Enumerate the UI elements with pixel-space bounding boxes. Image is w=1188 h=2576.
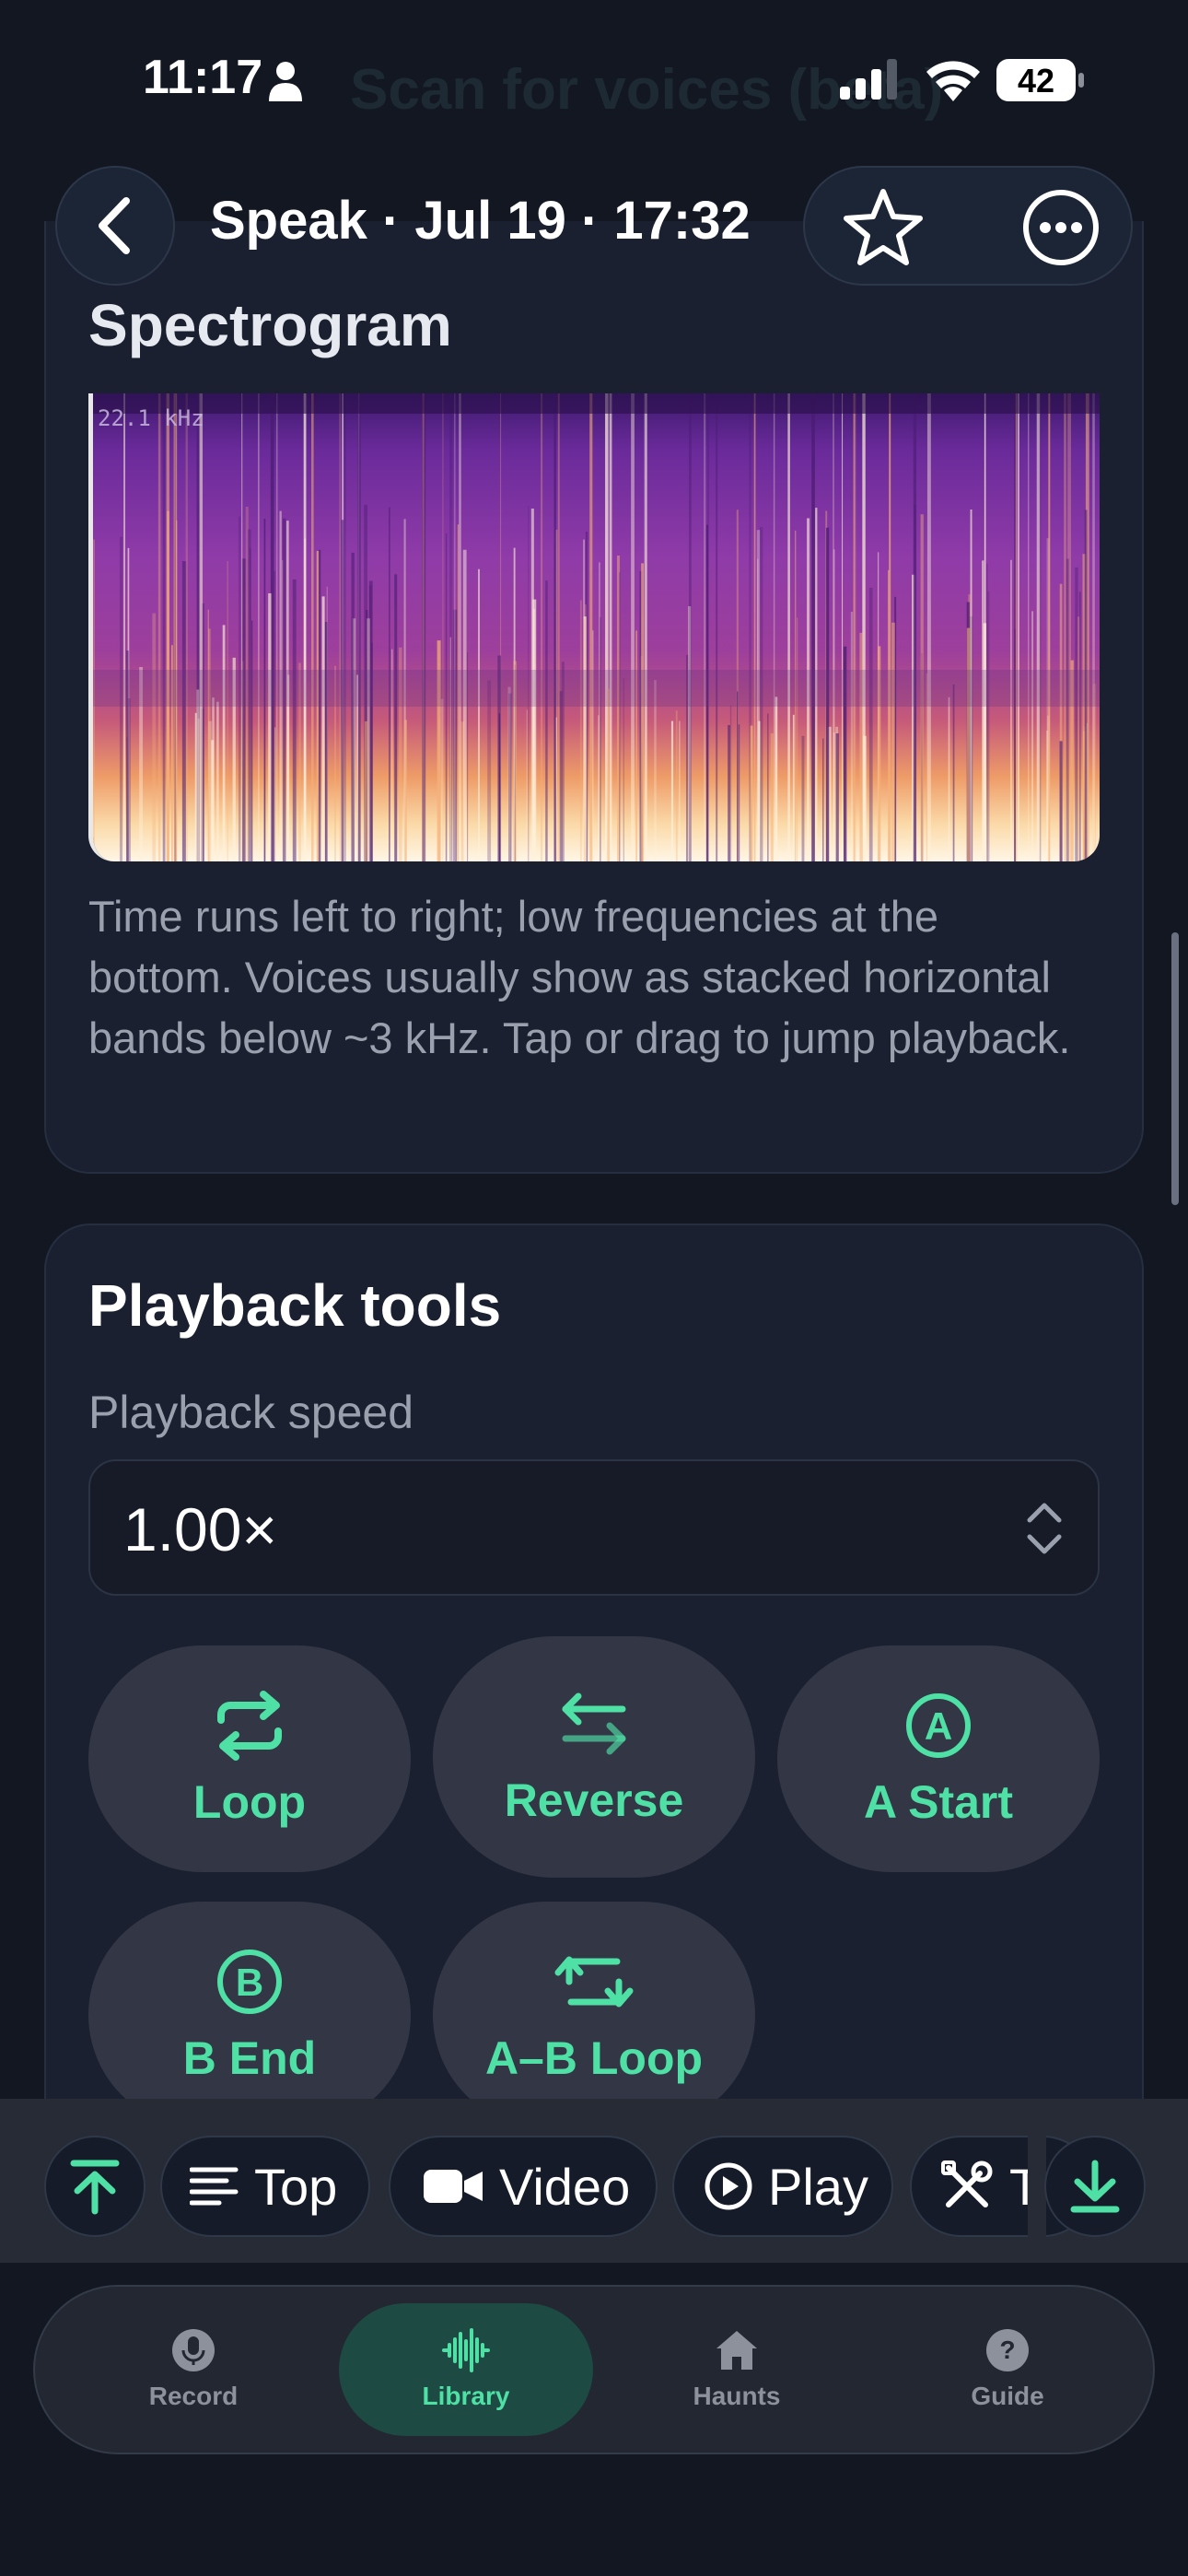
repeat-square-icon — [554, 1956, 634, 2008]
playback-speed-value: 1.00× — [123, 1495, 277, 1563]
battery-icon: 42 — [996, 59, 1084, 101]
tab-library[interactable]: Library — [339, 2303, 593, 2436]
jump-video-button[interactable]: Video — [389, 2136, 658, 2237]
ab-loop-button-label: A–B Loop — [484, 2032, 704, 2084]
header-actions — [803, 166, 1133, 286]
chevron-left-icon — [99, 197, 130, 254]
playback-tools-heading: Playback tools — [88, 1272, 502, 1339]
download-icon — [1070, 2160, 1120, 2213]
spectrogram-heading: Spectrogram — [88, 292, 452, 358]
microphone-icon — [172, 2329, 215, 2371]
jump-top-button[interactable]: Top — [160, 2136, 370, 2237]
tab-bar: Record Library Haunts ? Guide — [33, 2285, 1155, 2454]
a-start-button[interactable]: A A Start — [777, 1645, 1100, 1872]
back-button[interactable] — [55, 166, 175, 286]
jump-play-button[interactable]: Play — [672, 2136, 893, 2237]
reverse-button[interactable]: Reverse — [433, 1636, 755, 1878]
tab-library-label: Library — [422, 2382, 510, 2410]
loop-button-label: Loop — [192, 1776, 307, 1828]
jump-top-label: Top — [254, 2157, 338, 2216]
status-time: 11:17 — [143, 51, 263, 104]
chevron-up-down-icon — [1027, 1503, 1062, 1554]
quick-jump-bar: Top Video Play T — [0, 2099, 1188, 2263]
tab-haunts-label: Haunts — [693, 2382, 781, 2410]
scroll-to-bottom-button[interactable] — [1044, 2136, 1146, 2237]
spectrogram-max-frequency: 22.1 kHz — [98, 405, 204, 431]
play-circle-icon — [705, 2162, 752, 2210]
status-bar: 11:17 42 — [0, 0, 1188, 157]
circle-a-icon: A — [906, 1693, 971, 1758]
reverse-button-label: Reverse — [504, 1774, 684, 1826]
jump-play-label: Play — [768, 2157, 868, 2216]
repeat-icon — [217, 1691, 282, 1761]
ellipsis-circle-icon[interactable] — [1019, 186, 1102, 269]
scroll-indicator[interactable] — [1171, 932, 1179, 1205]
tab-guide-label: Guide — [971, 2382, 1044, 2410]
a-start-button-label: A Start — [863, 1776, 1014, 1828]
text-align-left-icon — [190, 2167, 239, 2206]
circle-b-icon: B — [217, 1950, 282, 2014]
spectrogram-description: Time runs left to right; low frequencies… — [88, 892, 1071, 1062]
svg-text:B: B — [236, 1961, 263, 2004]
house-icon — [716, 2331, 757, 2370]
star-icon[interactable] — [842, 186, 925, 269]
tab-record-label: Record — [148, 2382, 239, 2410]
scroll-to-top-icon — [70, 2160, 120, 2215]
video-camera-icon — [424, 2170, 483, 2203]
svg-text:?: ? — [999, 2336, 1015, 2364]
tab-guide[interactable]: ? Guide — [880, 2303, 1135, 2436]
spectrogram-view[interactable] — [88, 393, 1100, 861]
tab-haunts[interactable]: Haunts — [610, 2303, 864, 2436]
arrows-reverse-icon — [562, 1692, 626, 1755]
person-icon — [269, 62, 302, 101]
b-end-button-label: B End — [182, 2032, 317, 2084]
loop-button[interactable]: Loop — [88, 1645, 411, 1872]
scroll-to-top-button[interactable] — [44, 2136, 146, 2237]
cellular-signal-icon — [840, 59, 897, 100]
page-title: Speak · Jul 19 · 17:32 — [210, 191, 751, 251]
tab-record[interactable]: Record — [66, 2303, 320, 2436]
question-circle-icon: ? — [986, 2329, 1029, 2371]
playback-speed-select[interactable]: 1.00× — [88, 1459, 1100, 1596]
playback-speed-label: Playback speed — [88, 1387, 414, 1438]
jump-video-label: Video — [499, 2157, 631, 2216]
b-end-button[interactable]: B B End — [88, 1902, 411, 2128]
waveform-icon — [442, 2328, 490, 2372]
svg-text:A: A — [925, 1704, 952, 1748]
wifi-icon — [926, 61, 980, 101]
battery-level: 42 — [1018, 62, 1054, 100]
quick-bar-fade — [1028, 2099, 1046, 2263]
ab-loop-button[interactable]: A–B Loop — [433, 1902, 755, 2128]
tools-icon — [941, 2160, 993, 2207]
